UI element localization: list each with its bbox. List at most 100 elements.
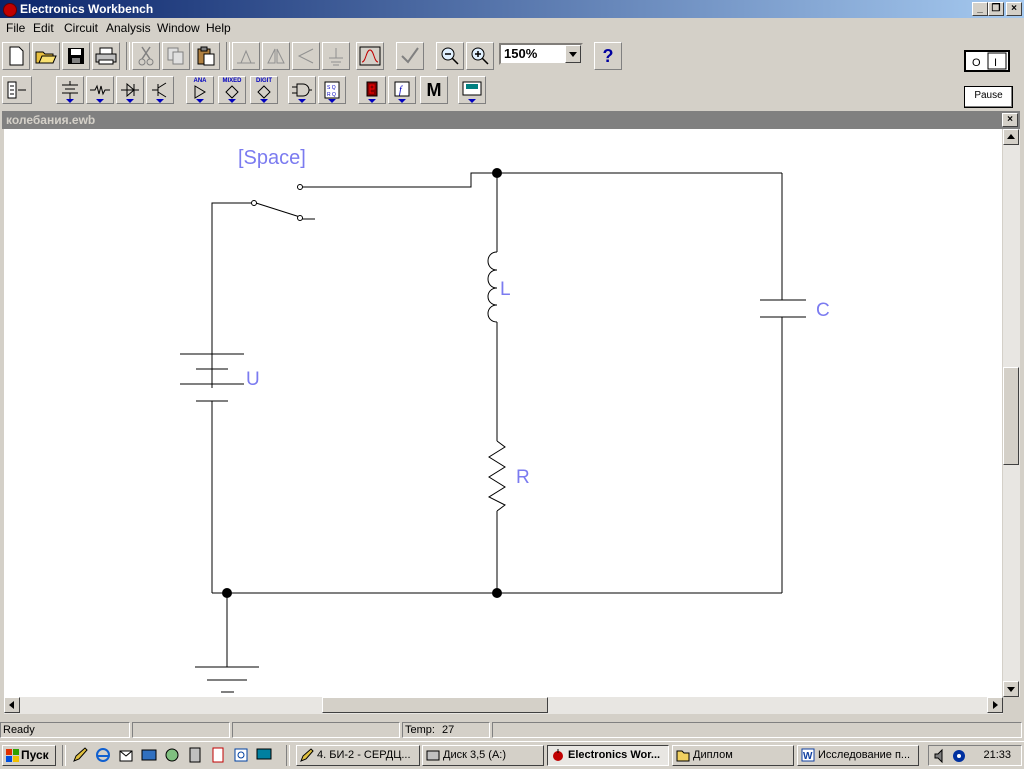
save-button[interactable] — [62, 42, 90, 70]
volume-icon[interactable] — [933, 748, 949, 764]
start-button[interactable]: Пуск — [2, 745, 56, 766]
new-file-button[interactable] — [2, 42, 30, 70]
graph-button[interactable] — [356, 42, 384, 70]
circuit-canvas[interactable]: [Space] U L R C — [4, 129, 1002, 697]
mixed-ics-bin-button[interactable]: MIXED — [218, 76, 246, 104]
card-game-icon[interactable] — [210, 747, 226, 763]
quicklaunch-pencil-icon[interactable] — [72, 747, 88, 763]
network-icon[interactable] — [164, 747, 180, 763]
restore-button[interactable]: ❐ — [988, 2, 1004, 16]
transistors-bin-button[interactable] — [146, 76, 174, 104]
magnifier-icon[interactable] — [233, 747, 249, 763]
horizontal-scroll-thumb[interactable] — [322, 697, 548, 713]
wire-left-top — [211, 202, 254, 388]
menu-bar: File Edit Circuit Analysis Window Help — [0, 18, 1024, 38]
show-desktop-icon[interactable] — [141, 747, 157, 763]
svg-text:I: I — [994, 57, 997, 69]
menu-window[interactable]: Window — [157, 21, 200, 35]
scroll-down-button[interactable] — [1003, 681, 1019, 697]
taskbar: Пуск 4. БИ-2 - СЕРДЦ... Диск 3,5 (A:) El… — [0, 741, 1024, 769]
pause-button[interactable]: Pause — [964, 86, 1013, 108]
battery-bin-icon — [62, 81, 78, 99]
electronics-workbench-icon — [553, 749, 563, 761]
indicator-bin-icon — [366, 81, 378, 97]
indicators-bin-button[interactable] — [358, 76, 386, 104]
tray-app-icon[interactable] — [951, 748, 967, 764]
outlook-express-icon[interactable] — [118, 747, 134, 763]
logic-gates-bin-button[interactable] — [288, 76, 316, 104]
scroll-up-button[interactable] — [1003, 129, 1019, 145]
internet-explorer-icon[interactable] — [95, 747, 111, 763]
document-title-bar: колебания.ewb × — [2, 111, 1020, 129]
menu-analysis[interactable]: Analysis — [106, 21, 151, 35]
taskbar-item[interactable]: W Исследование п... — [797, 745, 919, 766]
component-properties-button[interactable] — [396, 42, 424, 70]
rotate-button[interactable] — [232, 42, 260, 70]
menu-edit[interactable]: Edit — [33, 21, 54, 35]
floppy-disk-icon — [68, 48, 84, 64]
status-ready: Ready — [0, 722, 130, 738]
digital-ics-bin-button[interactable]: DIGIT — [250, 76, 278, 104]
vertical-scroll-thumb[interactable] — [1003, 367, 1019, 465]
menu-circuit[interactable]: Circuit — [64, 21, 98, 35]
taskbar-item[interactable]: Диск 3,5 (A:) — [422, 745, 544, 766]
basic-bin-button[interactable] — [86, 76, 114, 104]
instruments-bin-button[interactable] — [458, 76, 486, 104]
menu-file[interactable]: File — [6, 21, 25, 35]
svg-text:O: O — [972, 57, 981, 69]
chevron-down-icon[interactable] — [565, 45, 581, 63]
resistor-symbol — [487, 440, 506, 512]
close-button[interactable]: × — [1006, 2, 1022, 16]
power-switch[interactable]: OI — [964, 50, 1010, 72]
favorites-bin-button[interactable] — [2, 76, 32, 104]
scroll-right-button[interactable] — [987, 697, 1003, 713]
flip-horizontal-button[interactable] — [262, 42, 290, 70]
task-label: Диплом — [693, 749, 733, 761]
subcircuit-button[interactable] — [322, 42, 350, 70]
diodes-bin-button[interactable] — [116, 76, 144, 104]
properties-icon — [401, 47, 419, 64]
controls-bin-button[interactable]: f — [388, 76, 416, 104]
document-close-button[interactable]: × — [1002, 113, 1018, 127]
zoom-in-button[interactable] — [466, 42, 494, 70]
zoom-out-button[interactable] — [436, 42, 464, 70]
system-tray: 21:33 — [928, 745, 1022, 766]
document-title: колебания.ewb — [6, 113, 96, 127]
digital-bin-button[interactable]: S QR Q — [318, 76, 346, 104]
calculator-icon[interactable] — [187, 747, 203, 763]
analog-ics-bin-button[interactable]: ANA — [186, 76, 214, 104]
windows-logo-icon — [6, 749, 19, 762]
clock[interactable]: 21:33 — [983, 749, 1011, 761]
switch-blade — [255, 202, 301, 218]
app-icon[interactable] — [3, 3, 17, 17]
miscellaneous-bin-button[interactable]: M — [420, 76, 448, 104]
start-label: Пуск — [21, 748, 49, 762]
scissors-icon — [138, 46, 154, 66]
scroll-left-button[interactable] — [4, 697, 20, 713]
diode-bin-icon — [121, 82, 139, 98]
menu-help[interactable]: Help — [206, 21, 231, 35]
flip-vertical-button[interactable] — [292, 42, 320, 70]
vertical-scrollbar[interactable] — [1003, 129, 1020, 697]
help-button[interactable]: ? — [594, 42, 622, 70]
folder-icon — [676, 750, 690, 762]
open-file-button[interactable] — [32, 42, 60, 70]
copy-button[interactable] — [162, 42, 190, 70]
print-button[interactable] — [92, 42, 120, 70]
taskbar-item[interactable]: 4. БИ-2 - СЕРДЦ... — [296, 745, 420, 766]
minimize-button[interactable]: _ — [972, 2, 988, 16]
taskbar-item[interactable]: Диплом — [672, 745, 794, 766]
task-label: Диск 3,5 (A:) — [443, 749, 507, 761]
taskbar-separator — [62, 745, 66, 766]
zoom-select[interactable]: 150% — [499, 43, 583, 65]
paste-button[interactable] — [192, 42, 220, 70]
sources-bin-button[interactable] — [56, 76, 84, 104]
paste-icon — [197, 46, 215, 66]
rotate-icon — [237, 49, 255, 64]
monitor-icon[interactable] — [256, 747, 272, 763]
status-panel — [492, 722, 1022, 738]
horizontal-scrollbar[interactable] — [4, 697, 1003, 714]
cut-button[interactable] — [132, 42, 160, 70]
taskbar-item-active[interactable]: Electronics Wor... — [547, 745, 669, 766]
status-temperature: Temp: 27 — [402, 722, 490, 738]
